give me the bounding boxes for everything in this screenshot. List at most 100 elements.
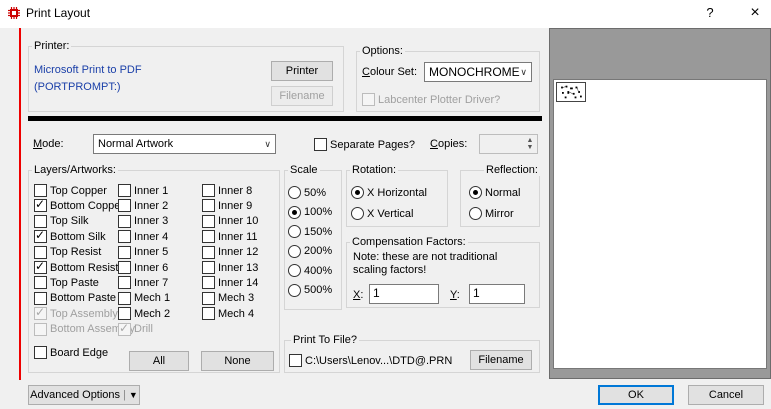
advanced-options-button[interactable]: Advanced Options | ▼ [28,385,140,405]
all-layers-button[interactable]: All [129,351,189,371]
layer-inner-10-checkbox[interactable] [202,214,215,228]
layer-top-silk-checkbox[interactable] [34,214,47,228]
layer-top-resist-checkbox[interactable] [34,245,47,259]
layer-inner-4-option[interactable]: Inner 4 [118,229,168,244]
print-file-filename-button[interactable]: Filename [470,350,532,370]
layer-inner-6-option[interactable]: Inner 6 [118,260,168,275]
layer-inner-9-option[interactable]: Inner 9 [202,198,252,213]
layer-inner-8-option[interactable]: Inner 8 [202,183,252,198]
separate-pages-option[interactable]: Separate Pages? [314,137,415,152]
scale-150-radio-button[interactable] [288,225,301,238]
comp-x-input[interactable]: 1 [369,284,439,304]
layer-top-copper-checkbox[interactable] [34,184,47,197]
layer-inner-6-checkbox[interactable] [118,261,131,274]
layer-inner-3-checkbox[interactable] [118,214,131,228]
layer-inner-11-option[interactable]: Inner 11 [202,229,258,244]
layer-top-paste-checkbox[interactable] [34,276,47,290]
layer-mech-1-checkbox[interactable] [118,291,131,305]
print-to-file-checkbox[interactable] [289,354,302,367]
layer-inner-14-option[interactable]: Inner 14 [202,275,258,290]
rotation-x-horizontal-radio-button[interactable] [351,186,364,199]
layer-top-copper-option[interactable]: Top Copper [34,183,107,198]
layer-inner-14-checkbox[interactable] [202,276,215,290]
layer-bottom-paste-option[interactable]: Bottom Paste [34,291,116,306]
ok-button[interactable]: OK [598,385,674,405]
rotation-x-vertical-radio-button[interactable] [351,207,364,220]
scale-100-radio[interactable]: 100% [288,205,332,220]
colour-set-select[interactable]: MONOCHROME ∨ [424,62,532,82]
layer-bottom-paste-checkbox[interactable] [34,291,47,305]
print-to-file-option[interactable]: C:\Users\Lenov...\DTD@.PRN [289,353,452,368]
scale-150-radio[interactable]: 150% [288,224,332,239]
scale-500-radio[interactable]: 500% [288,283,332,298]
layer-inner-2-option[interactable]: Inner 2 [118,198,168,213]
layer-inner-10-option[interactable]: Inner 10 [202,214,258,229]
printer-button[interactable]: Printer [271,61,333,81]
layer-inner-2-checkbox[interactable] [118,199,131,213]
layer-inner-7-option[interactable]: Inner 7 [118,275,168,290]
scale-100-radio-button[interactable] [288,205,301,219]
layer-bottom-copper-checkbox[interactable] [34,197,47,213]
layer-top-resist-option[interactable]: Top Resist [34,245,101,260]
separate-pages-checkbox[interactable] [314,138,327,151]
layer-inner-5-checkbox[interactable] [118,245,131,259]
layer-inner-12-checkbox[interactable] [202,245,215,259]
scale-50-radio[interactable]: 50% [288,185,326,200]
layer-drill-option[interactable]: Drill [118,321,153,337]
layer-inner-12-option[interactable]: Inner 12 [202,245,258,260]
copies-spin-icon[interactable]: ▲ ▼ [525,137,535,151]
layer-inner-9-checkbox[interactable] [202,199,215,213]
layer-mech-1-option[interactable]: Mech 1 [118,291,170,306]
layer-bottom-silk-option[interactable]: Bottom Silk [34,228,106,244]
layer-top-assembly-checkbox[interactable] [34,305,47,321]
layer-inner-1-option[interactable]: Inner 1 [118,183,168,198]
layer-mech-3-checkbox[interactable] [202,291,215,305]
layer-mech-4-checkbox[interactable] [202,307,215,321]
layer-inner-11-checkbox[interactable] [202,230,215,244]
reflection-normal-radio[interactable]: Normal [469,185,520,200]
mode-select[interactable]: Normal Artwork ∨ [93,134,276,154]
layer-inner-1-checkbox[interactable] [118,184,131,197]
board-edge-option[interactable]: Board Edge [34,345,108,360]
layer-bottom-resist-option[interactable]: Bottom Resist [34,259,118,275]
layer-inner-4-checkbox[interactable] [118,230,131,244]
comp-y-input[interactable]: 1 [469,284,525,304]
scale-200-radio[interactable]: 200% [288,244,332,259]
scale-200-radio-button[interactable] [288,244,301,258]
layer-mech-2-checkbox[interactable] [118,307,131,321]
help-button[interactable]: ? [700,3,720,23]
layer-inner-13-option[interactable]: Inner 13 [202,260,258,275]
layer-bottom-copper-option[interactable]: Bottom Copper [34,197,124,213]
layer-bottom-assembly-checkbox[interactable] [34,322,47,336]
labcenter-checkbox[interactable] [362,93,375,106]
layer-mech-2-option[interactable]: Mech 2 [118,306,170,321]
scale-400-radio-button[interactable] [288,264,301,277]
layer-inner-8-checkbox[interactable] [202,184,215,197]
layer-inner-5-option[interactable]: Inner 5 [118,245,168,260]
layer-top-paste-option[interactable]: Top Paste [34,275,99,290]
layer-inner-7-checkbox[interactable] [118,276,131,290]
layer-top-assembly-option[interactable]: Top Assembly [34,305,118,321]
layer-bottom-silk-checkbox[interactable] [34,228,47,244]
scale-400-radio[interactable]: 400% [288,263,332,278]
layer-bottom-resist-checkbox[interactable] [34,259,47,274]
rotation-x-vertical-radio[interactable]: X Vertical [351,206,413,221]
close-button[interactable]: × [745,3,765,23]
rotation-x-horizontal-radio[interactable]: X Horizontal [351,185,427,200]
reflection-normal-radio-button[interactable] [469,186,482,199]
layer-drill-checkbox[interactable] [118,321,131,336]
no-layers-button[interactable]: None [201,351,274,371]
cancel-button[interactable]: Cancel [688,385,764,405]
reflection-mirror-radio-button[interactable] [469,207,482,220]
layer-mech-3-option[interactable]: Mech 3 [202,291,254,306]
board-edge-checkbox[interactable] [34,346,47,359]
scale-500-radio-button[interactable] [288,283,301,297]
layer-top-silk-option[interactable]: Top Silk [34,214,89,229]
layer-inner-13-checkbox[interactable] [202,261,215,274]
scale-50-radio-button[interactable] [288,186,301,199]
reflection-mirror-radio[interactable]: Mirror [469,206,514,221]
layer-mech-4-option[interactable]: Mech 4 [202,306,254,321]
labcenter-plotter-option[interactable]: Labcenter Plotter Driver? [362,92,500,107]
printer-filename-button[interactable]: Filename [271,86,333,106]
layer-inner-3-option[interactable]: Inner 3 [118,214,168,229]
